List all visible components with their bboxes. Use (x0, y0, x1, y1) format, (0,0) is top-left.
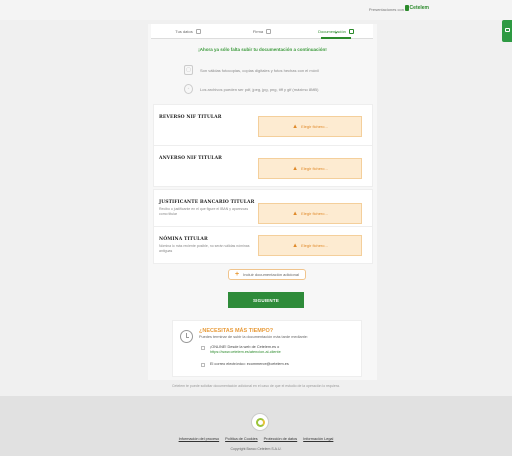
main-panel: Tus datos Firma Documentación ▾ ¡Ahora y… (148, 24, 377, 380)
footer-links: Información del proceso Política de Cook… (0, 437, 512, 441)
card-description: Recibo o justificante en el que figure e… (159, 207, 249, 216)
info-text: Los archivos pueden ser pdf, jpeg, jpg, … (200, 86, 319, 92)
file-format-icon: ◦ (184, 84, 193, 94)
choose-file-label: Elegir fichero... (301, 211, 328, 216)
brand-logo-icon (404, 5, 409, 11)
card-description: Nómina lo más reciente posible, no serán… (159, 244, 250, 253)
more-time-card: ¿NECESITAS MÁS TIEMPO? Puedes terminar d… (172, 320, 362, 377)
cetelem-logo-icon (255, 417, 265, 427)
more-time-title: ¿NECESITAS MÁS TIEMPO? (199, 328, 274, 334)
photo-document-icon: ▢ (184, 65, 193, 75)
footer-logo (251, 413, 269, 431)
document-icon (195, 28, 201, 34)
option-email-text: El correo electrónico: ecommerce@cetelem… (210, 362, 289, 366)
option-online[interactable]: ¡ONLINE! Desde la web de Cetelem.es o ht… (201, 345, 281, 354)
powered-by-text: Presentaciones con (368, 7, 404, 12)
option-online-label: ¡ONLINE! Desde la web de Cetelem.es o (210, 345, 280, 349)
chevron-down-icon: ▾ (334, 30, 338, 35)
option-email[interactable]: El correo electrónico: ecommerce@cetelem… (201, 362, 289, 367)
copyright-text: Copyright Banco Cetelem S.A.U. (230, 447, 282, 451)
choose-file-button[interactable]: ▲ Elegir fichero... (258, 203, 362, 224)
footer: Información del proceso Política de Cook… (0, 396, 512, 456)
choose-file-button[interactable]: ▲ Elegir fichero... (258, 158, 362, 179)
footer-link-legal[interactable]: Información Legal (303, 437, 333, 441)
add-additional-document-button[interactable]: + Incluir documentación adicional (228, 269, 306, 280)
option-online-text: ¡ONLINE! Desde la web de Cetelem.es o ht… (210, 345, 281, 354)
footer-link-cookies[interactable]: Política de Cookies (225, 437, 258, 441)
upload-document-icon (348, 28, 354, 34)
side-help-tab[interactable] (502, 20, 512, 42)
option-checkbox[interactable] (201, 362, 205, 367)
step-label: Firma (252, 28, 264, 34)
progress-steps: Tus datos Firma Documentación ▾ (151, 24, 373, 39)
upload-card-reverso-nif: REVERSO NIF TITULAR ▲ Elegir fichero... (153, 104, 373, 146)
brand-logo[interactable]: Cetelem (404, 5, 429, 11)
info-row: ◦ Los archivos pueden ser pdf, jpeg, jpg… (184, 84, 318, 94)
choose-file-label: Elegir fichero... (301, 243, 328, 248)
choose-file-button[interactable]: ▲ Elegir fichero... (258, 116, 362, 137)
step-firma[interactable]: Firma (225, 24, 299, 38)
top-bar: Presentaciones con Cetelem (0, 0, 512, 20)
info-row: ▢ Son válidas fotocopias, copias digital… (184, 65, 319, 75)
online-link[interactable]: https://www.cetelem.es/atencion-al-clien… (210, 350, 281, 354)
footer-link-process-info[interactable]: Información del proceso (179, 437, 220, 441)
footer-link-data-protection[interactable]: Protección de datos (264, 437, 298, 441)
upload-arrow-icon: ▲ (292, 242, 299, 249)
choose-file-label: Elegir fichero... (301, 166, 328, 171)
page-headline: ¡Ahora ya sólo falta subir tu documentac… (198, 47, 327, 52)
clock-icon (180, 330, 193, 343)
add-doc-label: Incluir documentación adicional (243, 272, 299, 277)
upload-card-anverso-nif: ANVERSO NIF TITULAR ▲ Elegir fichero... (153, 145, 373, 187)
upload-arrow-icon: ▲ (292, 210, 299, 217)
info-text: Son válidas fotocopias, copias digitales… (200, 67, 319, 73)
card-title: REVERSO NIF TITULAR (159, 115, 222, 120)
more-time-subtitle: Puedes terminar de subir la documentació… (199, 335, 308, 339)
step-tus-datos[interactable]: Tus datos (151, 24, 225, 38)
plus-icon: + (235, 271, 240, 278)
choose-file-button[interactable]: ▲ Elegir fichero... (258, 235, 362, 256)
next-button[interactable]: SIGUIENTE (228, 292, 304, 308)
upload-arrow-icon: ▲ (292, 165, 299, 172)
signature-icon (266, 28, 272, 34)
step-documentacion[interactable]: Documentación ▾ (299, 24, 373, 39)
option-checkbox[interactable] (201, 345, 205, 350)
chat-icon (504, 28, 510, 32)
step-label: Tus datos (175, 28, 193, 34)
choose-file-label: Elegir fichero... (301, 124, 328, 129)
card-title: ANVERSO NIF TITULAR (159, 156, 223, 161)
step-label: Documentación (318, 28, 346, 34)
disclaimer-text: Cetelem te puede solicitar documentación… (172, 384, 340, 388)
card-title: NÓMINA TITULAR (159, 237, 208, 242)
upload-arrow-icon: ▲ (292, 123, 299, 130)
brand-name: Cetelem (409, 5, 429, 11)
card-title: JUSTIFICANTE BANCARIO TITULAR (159, 200, 255, 205)
upload-card-nomina: NÓMINA TITULAR Nómina lo más reciente po… (153, 226, 373, 264)
